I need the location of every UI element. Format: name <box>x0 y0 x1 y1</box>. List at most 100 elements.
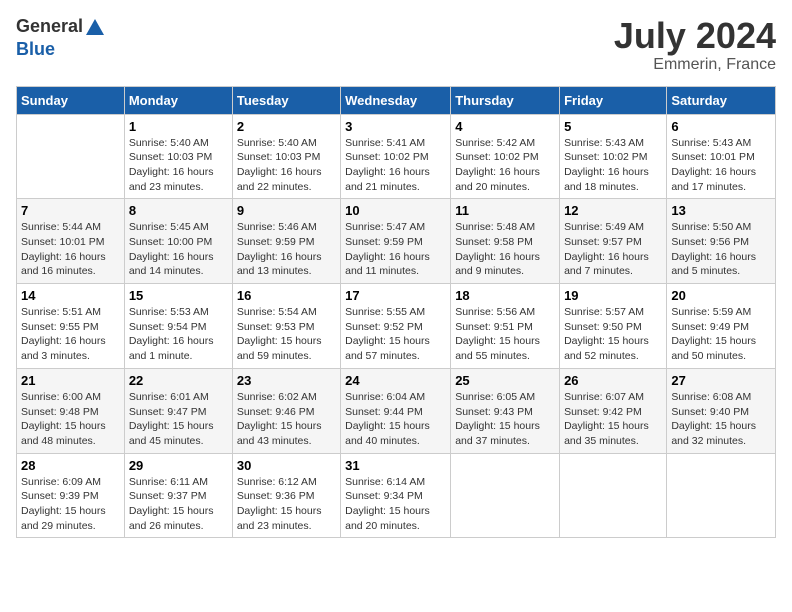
table-cell: 24 Sunrise: 6:04 AMSunset: 9:44 PMDaylig… <box>341 368 451 453</box>
location: Emmerin, France <box>614 56 776 74</box>
day-info: Sunrise: 5:41 AMSunset: 10:02 PMDaylight… <box>345 137 430 193</box>
day-number: 17 <box>345 288 446 303</box>
logo-text: General Blue <box>16 16 107 60</box>
logo: General Blue <box>16 16 107 60</box>
day-number: 18 <box>455 288 555 303</box>
day-number: 22 <box>129 373 228 388</box>
day-info: Sunrise: 5:47 AMSunset: 9:59 PMDaylight:… <box>345 221 430 277</box>
day-number: 24 <box>345 373 446 388</box>
table-cell: 31 Sunrise: 6:14 AMSunset: 9:34 PMDaylig… <box>341 453 451 538</box>
day-info: Sunrise: 5:51 AMSunset: 9:55 PMDaylight:… <box>21 306 106 362</box>
table-cell: 21 Sunrise: 6:00 AMSunset: 9:48 PMDaylig… <box>17 368 125 453</box>
table-cell <box>560 453 667 538</box>
day-number: 14 <box>21 288 120 303</box>
day-number: 1 <box>129 119 228 134</box>
day-number: 20 <box>671 288 771 303</box>
table-cell: 30 Sunrise: 6:12 AMSunset: 9:36 PMDaylig… <box>232 453 340 538</box>
table-cell <box>17 114 125 199</box>
week-row-5: 28 Sunrise: 6:09 AMSunset: 9:39 PMDaylig… <box>17 453 776 538</box>
week-row-1: 1 Sunrise: 5:40 AMSunset: 10:03 PMDaylig… <box>17 114 776 199</box>
col-thursday: Thursday <box>451 86 560 114</box>
day-number: 30 <box>237 458 336 473</box>
month-title: July 2024 <box>614 16 776 56</box>
day-number: 23 <box>237 373 336 388</box>
table-cell: 4 Sunrise: 5:42 AMSunset: 10:02 PMDaylig… <box>451 114 560 199</box>
day-info: Sunrise: 5:59 AMSunset: 9:49 PMDaylight:… <box>671 306 756 362</box>
day-number: 25 <box>455 373 555 388</box>
table-cell: 19 Sunrise: 5:57 AMSunset: 9:50 PMDaylig… <box>560 284 667 369</box>
table-cell: 16 Sunrise: 5:54 AMSunset: 9:53 PMDaylig… <box>232 284 340 369</box>
table-cell: 29 Sunrise: 6:11 AMSunset: 9:37 PMDaylig… <box>124 453 232 538</box>
col-tuesday: Tuesday <box>232 86 340 114</box>
day-info: Sunrise: 6:07 AMSunset: 9:42 PMDaylight:… <box>564 391 649 447</box>
day-info: Sunrise: 5:56 AMSunset: 9:51 PMDaylight:… <box>455 306 540 362</box>
day-number: 2 <box>237 119 336 134</box>
day-number: 28 <box>21 458 120 473</box>
day-info: Sunrise: 5:55 AMSunset: 9:52 PMDaylight:… <box>345 306 430 362</box>
table-cell: 2 Sunrise: 5:40 AMSunset: 10:03 PMDaylig… <box>232 114 340 199</box>
day-info: Sunrise: 5:46 AMSunset: 9:59 PMDaylight:… <box>237 221 322 277</box>
table-cell: 6 Sunrise: 5:43 AMSunset: 10:01 PMDaylig… <box>667 114 776 199</box>
col-friday: Friday <box>560 86 667 114</box>
table-cell: 14 Sunrise: 5:51 AMSunset: 9:55 PMDaylig… <box>17 284 125 369</box>
day-info: Sunrise: 6:14 AMSunset: 9:34 PMDaylight:… <box>345 476 430 532</box>
table-cell: 8 Sunrise: 5:45 AMSunset: 10:00 PMDaylig… <box>124 199 232 284</box>
day-number: 13 <box>671 203 771 218</box>
table-cell: 28 Sunrise: 6:09 AMSunset: 9:39 PMDaylig… <box>17 453 125 538</box>
title-block: July 2024 Emmerin, France <box>614 16 776 74</box>
day-info: Sunrise: 5:54 AMSunset: 9:53 PMDaylight:… <box>237 306 322 362</box>
col-wednesday: Wednesday <box>341 86 451 114</box>
table-cell: 10 Sunrise: 5:47 AMSunset: 9:59 PMDaylig… <box>341 199 451 284</box>
table-cell: 20 Sunrise: 5:59 AMSunset: 9:49 PMDaylig… <box>667 284 776 369</box>
table-cell: 23 Sunrise: 6:02 AMSunset: 9:46 PMDaylig… <box>232 368 340 453</box>
day-info: Sunrise: 6:12 AMSunset: 9:36 PMDaylight:… <box>237 476 322 532</box>
day-number: 15 <box>129 288 228 303</box>
day-number: 21 <box>21 373 120 388</box>
day-number: 8 <box>129 203 228 218</box>
day-info: Sunrise: 6:04 AMSunset: 9:44 PMDaylight:… <box>345 391 430 447</box>
day-number: 29 <box>129 458 228 473</box>
table-cell: 15 Sunrise: 5:53 AMSunset: 9:54 PMDaylig… <box>124 284 232 369</box>
table-cell: 11 Sunrise: 5:48 AMSunset: 9:58 PMDaylig… <box>451 199 560 284</box>
day-info: Sunrise: 5:40 AMSunset: 10:03 PMDaylight… <box>129 137 214 193</box>
day-number: 12 <box>564 203 662 218</box>
day-info: Sunrise: 6:08 AMSunset: 9:40 PMDaylight:… <box>671 391 756 447</box>
logo-general: General <box>16 16 83 36</box>
table-cell: 18 Sunrise: 5:56 AMSunset: 9:51 PMDaylig… <box>451 284 560 369</box>
day-number: 26 <box>564 373 662 388</box>
day-number: 11 <box>455 203 555 218</box>
page-container: General Blue July 2024 Emmerin, France S… <box>0 0 792 546</box>
logo-icon <box>84 17 106 39</box>
day-info: Sunrise: 5:45 AMSunset: 10:00 PMDaylight… <box>129 221 214 277</box>
table-cell: 17 Sunrise: 5:55 AMSunset: 9:52 PMDaylig… <box>341 284 451 369</box>
day-info: Sunrise: 6:09 AMSunset: 9:39 PMDaylight:… <box>21 476 106 532</box>
table-cell <box>451 453 560 538</box>
day-info: Sunrise: 5:43 AMSunset: 10:02 PMDaylight… <box>564 137 649 193</box>
table-cell: 12 Sunrise: 5:49 AMSunset: 9:57 PMDaylig… <box>560 199 667 284</box>
day-info: Sunrise: 6:00 AMSunset: 9:48 PMDaylight:… <box>21 391 106 447</box>
day-number: 9 <box>237 203 336 218</box>
day-number: 7 <box>21 203 120 218</box>
col-sunday: Sunday <box>17 86 125 114</box>
day-info: Sunrise: 6:01 AMSunset: 9:47 PMDaylight:… <box>129 391 214 447</box>
day-info: Sunrise: 5:57 AMSunset: 9:50 PMDaylight:… <box>564 306 649 362</box>
page-header: General Blue July 2024 Emmerin, France <box>16 16 776 74</box>
table-cell: 22 Sunrise: 6:01 AMSunset: 9:47 PMDaylig… <box>124 368 232 453</box>
col-monday: Monday <box>124 86 232 114</box>
day-number: 31 <box>345 458 446 473</box>
day-number: 5 <box>564 119 662 134</box>
table-cell <box>667 453 776 538</box>
calendar-table: Sunday Monday Tuesday Wednesday Thursday… <box>16 86 776 539</box>
day-number: 6 <box>671 119 771 134</box>
day-info: Sunrise: 5:44 AMSunset: 10:01 PMDaylight… <box>21 221 106 277</box>
day-info: Sunrise: 6:11 AMSunset: 9:37 PMDaylight:… <box>129 476 214 532</box>
table-cell: 7 Sunrise: 5:44 AMSunset: 10:01 PMDaylig… <box>17 199 125 284</box>
table-cell: 5 Sunrise: 5:43 AMSunset: 10:02 PMDaylig… <box>560 114 667 199</box>
day-info: Sunrise: 5:42 AMSunset: 10:02 PMDaylight… <box>455 137 540 193</box>
day-info: Sunrise: 5:50 AMSunset: 9:56 PMDaylight:… <box>671 221 756 277</box>
week-row-4: 21 Sunrise: 6:00 AMSunset: 9:48 PMDaylig… <box>17 368 776 453</box>
day-number: 27 <box>671 373 771 388</box>
week-row-2: 7 Sunrise: 5:44 AMSunset: 10:01 PMDaylig… <box>17 199 776 284</box>
day-info: Sunrise: 6:05 AMSunset: 9:43 PMDaylight:… <box>455 391 540 447</box>
table-cell: 3 Sunrise: 5:41 AMSunset: 10:02 PMDaylig… <box>341 114 451 199</box>
